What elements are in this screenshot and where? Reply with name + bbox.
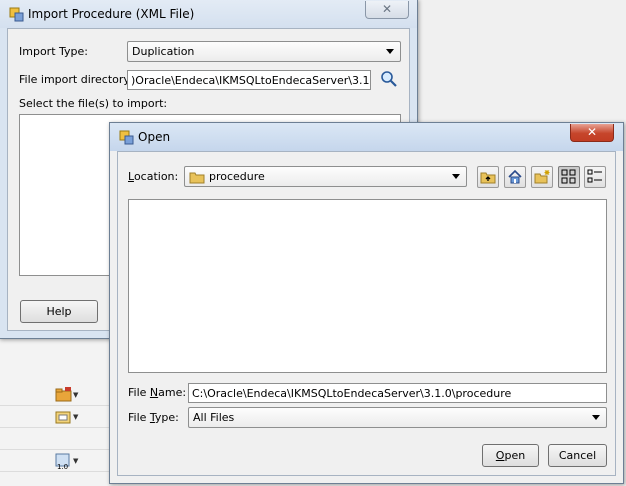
- import-type-select[interactable]: Duplication: [127, 41, 401, 62]
- import-icon[interactable]: [55, 409, 73, 425]
- import-dialog-titlebar[interactable]: Import Procedure (XML File) ✕: [0, 0, 417, 28]
- open-close-button[interactable]: ✕: [570, 124, 614, 142]
- file-type-select[interactable]: All Files: [188, 407, 607, 428]
- file-type-label-text: File: [128, 411, 150, 424]
- file-type-value: All Files: [193, 411, 235, 424]
- file-name-label-text: ame:: [158, 386, 187, 399]
- select-files-label: Select the file(s) to import:: [19, 97, 168, 110]
- file-list[interactable]: [128, 199, 607, 373]
- location-select[interactable]: procedure: [184, 166, 467, 187]
- help-button-label: Help: [46, 305, 72, 318]
- file-type-label-text: ype:: [154, 411, 179, 424]
- file-name-label: File Name:: [128, 386, 186, 399]
- list-view-icon: [561, 169, 576, 184]
- folder-open-icon[interactable]: [55, 387, 73, 403]
- location-value: procedure: [209, 170, 265, 183]
- up-folder-icon: [480, 172, 496, 184]
- file-import-directory-label: File import directory:: [19, 73, 133, 86]
- file-chooser-toolbar: [477, 166, 607, 188]
- chevron-down-icon[interactable]: ▼: [73, 457, 78, 465]
- open-button[interactable]: Open: [482, 444, 539, 467]
- import-dialog-title: Import Procedure (XML File): [28, 7, 195, 21]
- cancel-button-label: Cancel: [558, 449, 597, 462]
- help-button[interactable]: Help: [20, 300, 98, 323]
- folder-icon: [189, 172, 205, 184]
- open-button-label: pen: [504, 449, 526, 462]
- list-view-button[interactable]: [558, 166, 580, 188]
- procedure-icon: [9, 7, 24, 22]
- version-badge: 1.0: [57, 463, 68, 471]
- new-folder-button[interactable]: [531, 166, 553, 188]
- file-import-directory-input[interactable]: )Oracle\Endeca\IKMSQLtoEndecaServer\3.1.…: [127, 70, 371, 90]
- location-label: Location:: [128, 170, 178, 183]
- location-label-text: ocation:: [133, 170, 179, 183]
- file-name-value: C:\Oracle\Endeca\IKMSQLtoEndecaServer\3.…: [192, 387, 512, 400]
- chevron-down-icon: [386, 49, 394, 54]
- open-dialog: Open ✕ Location: procedure File Name: C:…: [109, 122, 624, 484]
- open-dialog-body: Location: procedure File Name: C:\Oracle…: [117, 151, 616, 476]
- import-type-label: Import Type:: [19, 45, 88, 58]
- up-folder-button[interactable]: [477, 166, 499, 188]
- background-row: [0, 428, 118, 450]
- procedure-icon: [119, 130, 134, 145]
- details-view-icon: [587, 169, 602, 183]
- open-dialog-title: Open: [138, 130, 171, 144]
- file-name-input[interactable]: C:\Oracle\Endeca\IKMSQLtoEndecaServer\3.…: [188, 383, 607, 403]
- chevron-down-icon[interactable]: ▼: [73, 413, 78, 421]
- open-dialog-titlebar[interactable]: Open ✕: [110, 123, 623, 151]
- chevron-down-icon: [592, 415, 600, 420]
- import-type-value: Duplication: [132, 45, 195, 58]
- import-close-button[interactable]: ✕: [365, 1, 409, 19]
- file-import-directory-value: )Oracle\Endeca\IKMSQLtoEndecaServer\3.1.…: [131, 74, 370, 87]
- file-name-label-text: File: [128, 386, 150, 399]
- file-type-label: File Type:: [128, 411, 179, 424]
- details-view-button[interactable]: [584, 166, 606, 188]
- home-button[interactable]: [504, 166, 526, 188]
- new-folder-icon: [534, 170, 550, 184]
- chevron-down-icon: [452, 174, 460, 179]
- search-icon[interactable]: [380, 70, 398, 88]
- file-name-label-mnemonic: N: [149, 386, 159, 399]
- cancel-button[interactable]: Cancel: [548, 444, 607, 467]
- home-icon: [508, 169, 522, 184]
- chevron-down-icon[interactable]: ▼: [73, 391, 78, 399]
- version-icon[interactable]: 1.0: [55, 453, 73, 471]
